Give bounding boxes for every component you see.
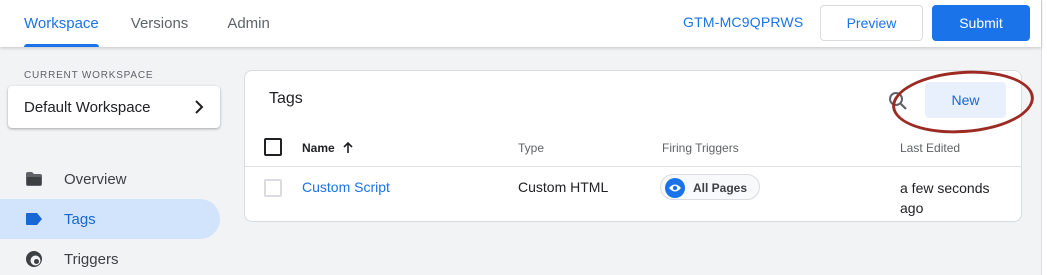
tag-name-link[interactable]: Custom Script <box>302 179 390 195</box>
tag-icon <box>26 213 42 225</box>
tab-workspace[interactable]: Workspace <box>24 0 99 47</box>
container-id-link[interactable]: GTM-MC9QPRWS <box>683 14 803 30</box>
preview-button[interactable]: Preview <box>820 5 923 41</box>
tab-versions[interactable]: Versions <box>131 0 189 47</box>
scrollbar-edge <box>1041 0 1047 275</box>
select-all-checkbox[interactable] <box>264 138 282 156</box>
eye-icon <box>665 178 685 198</box>
tab-admin[interactable]: Admin <box>227 0 270 47</box>
top-nav: Workspace Versions Admin <box>0 0 270 47</box>
sidebar-item-overview[interactable]: Overview <box>0 159 220 199</box>
top-bar: Workspace Versions Admin GTM-MC9QPRWS Pr… <box>0 0 1041 47</box>
trigger-chip-label: All Pages <box>693 181 748 195</box>
sidebar-item-tags[interactable]: Tags <box>0 199 220 239</box>
column-edited-header[interactable]: Last Edited <box>900 141 960 155</box>
trigger-chip[interactable]: All Pages <box>660 174 760 200</box>
sidebar-item-triggers[interactable]: Triggers <box>0 239 220 275</box>
tags-card: Tags New Name Type Firing Triggers Last … <box>244 70 1022 222</box>
column-triggers-header[interactable]: Firing Triggers <box>662 141 739 155</box>
column-name-label: Name <box>302 141 335 155</box>
last-edited: a few seconds ago <box>900 180 990 216</box>
chevron-right-icon <box>195 100 204 114</box>
arrow-up-icon <box>343 141 353 153</box>
sidebar-item-label: Overview <box>64 170 127 188</box>
column-name-header[interactable]: Name <box>302 141 355 155</box>
search-icon[interactable] <box>887 90 909 112</box>
workspace-name: Default Workspace <box>24 98 151 116</box>
table-header: Name Type Firing Triggers Last Edited <box>245 129 1021 167</box>
new-tag-button[interactable]: New <box>925 82 1006 118</box>
sidebar-item-label: Triggers <box>64 250 119 268</box>
folder-icon <box>26 172 42 186</box>
page-title: Tags <box>269 90 303 107</box>
trigger-icon <box>26 251 42 267</box>
submit-button[interactable]: Submit <box>932 5 1030 41</box>
workspace-selector[interactable]: Default Workspace <box>8 86 220 128</box>
current-workspace-label: CURRENT WORKSPACE <box>24 70 154 81</box>
sidebar-item-label: Tags <box>64 210 96 228</box>
gtm-page: Workspace Versions Admin GTM-MC9QPRWS Pr… <box>0 0 1047 275</box>
column-type-header[interactable]: Type <box>518 141 544 155</box>
tag-type: Custom HTML <box>518 179 609 195</box>
row-checkbox[interactable] <box>264 179 282 197</box>
